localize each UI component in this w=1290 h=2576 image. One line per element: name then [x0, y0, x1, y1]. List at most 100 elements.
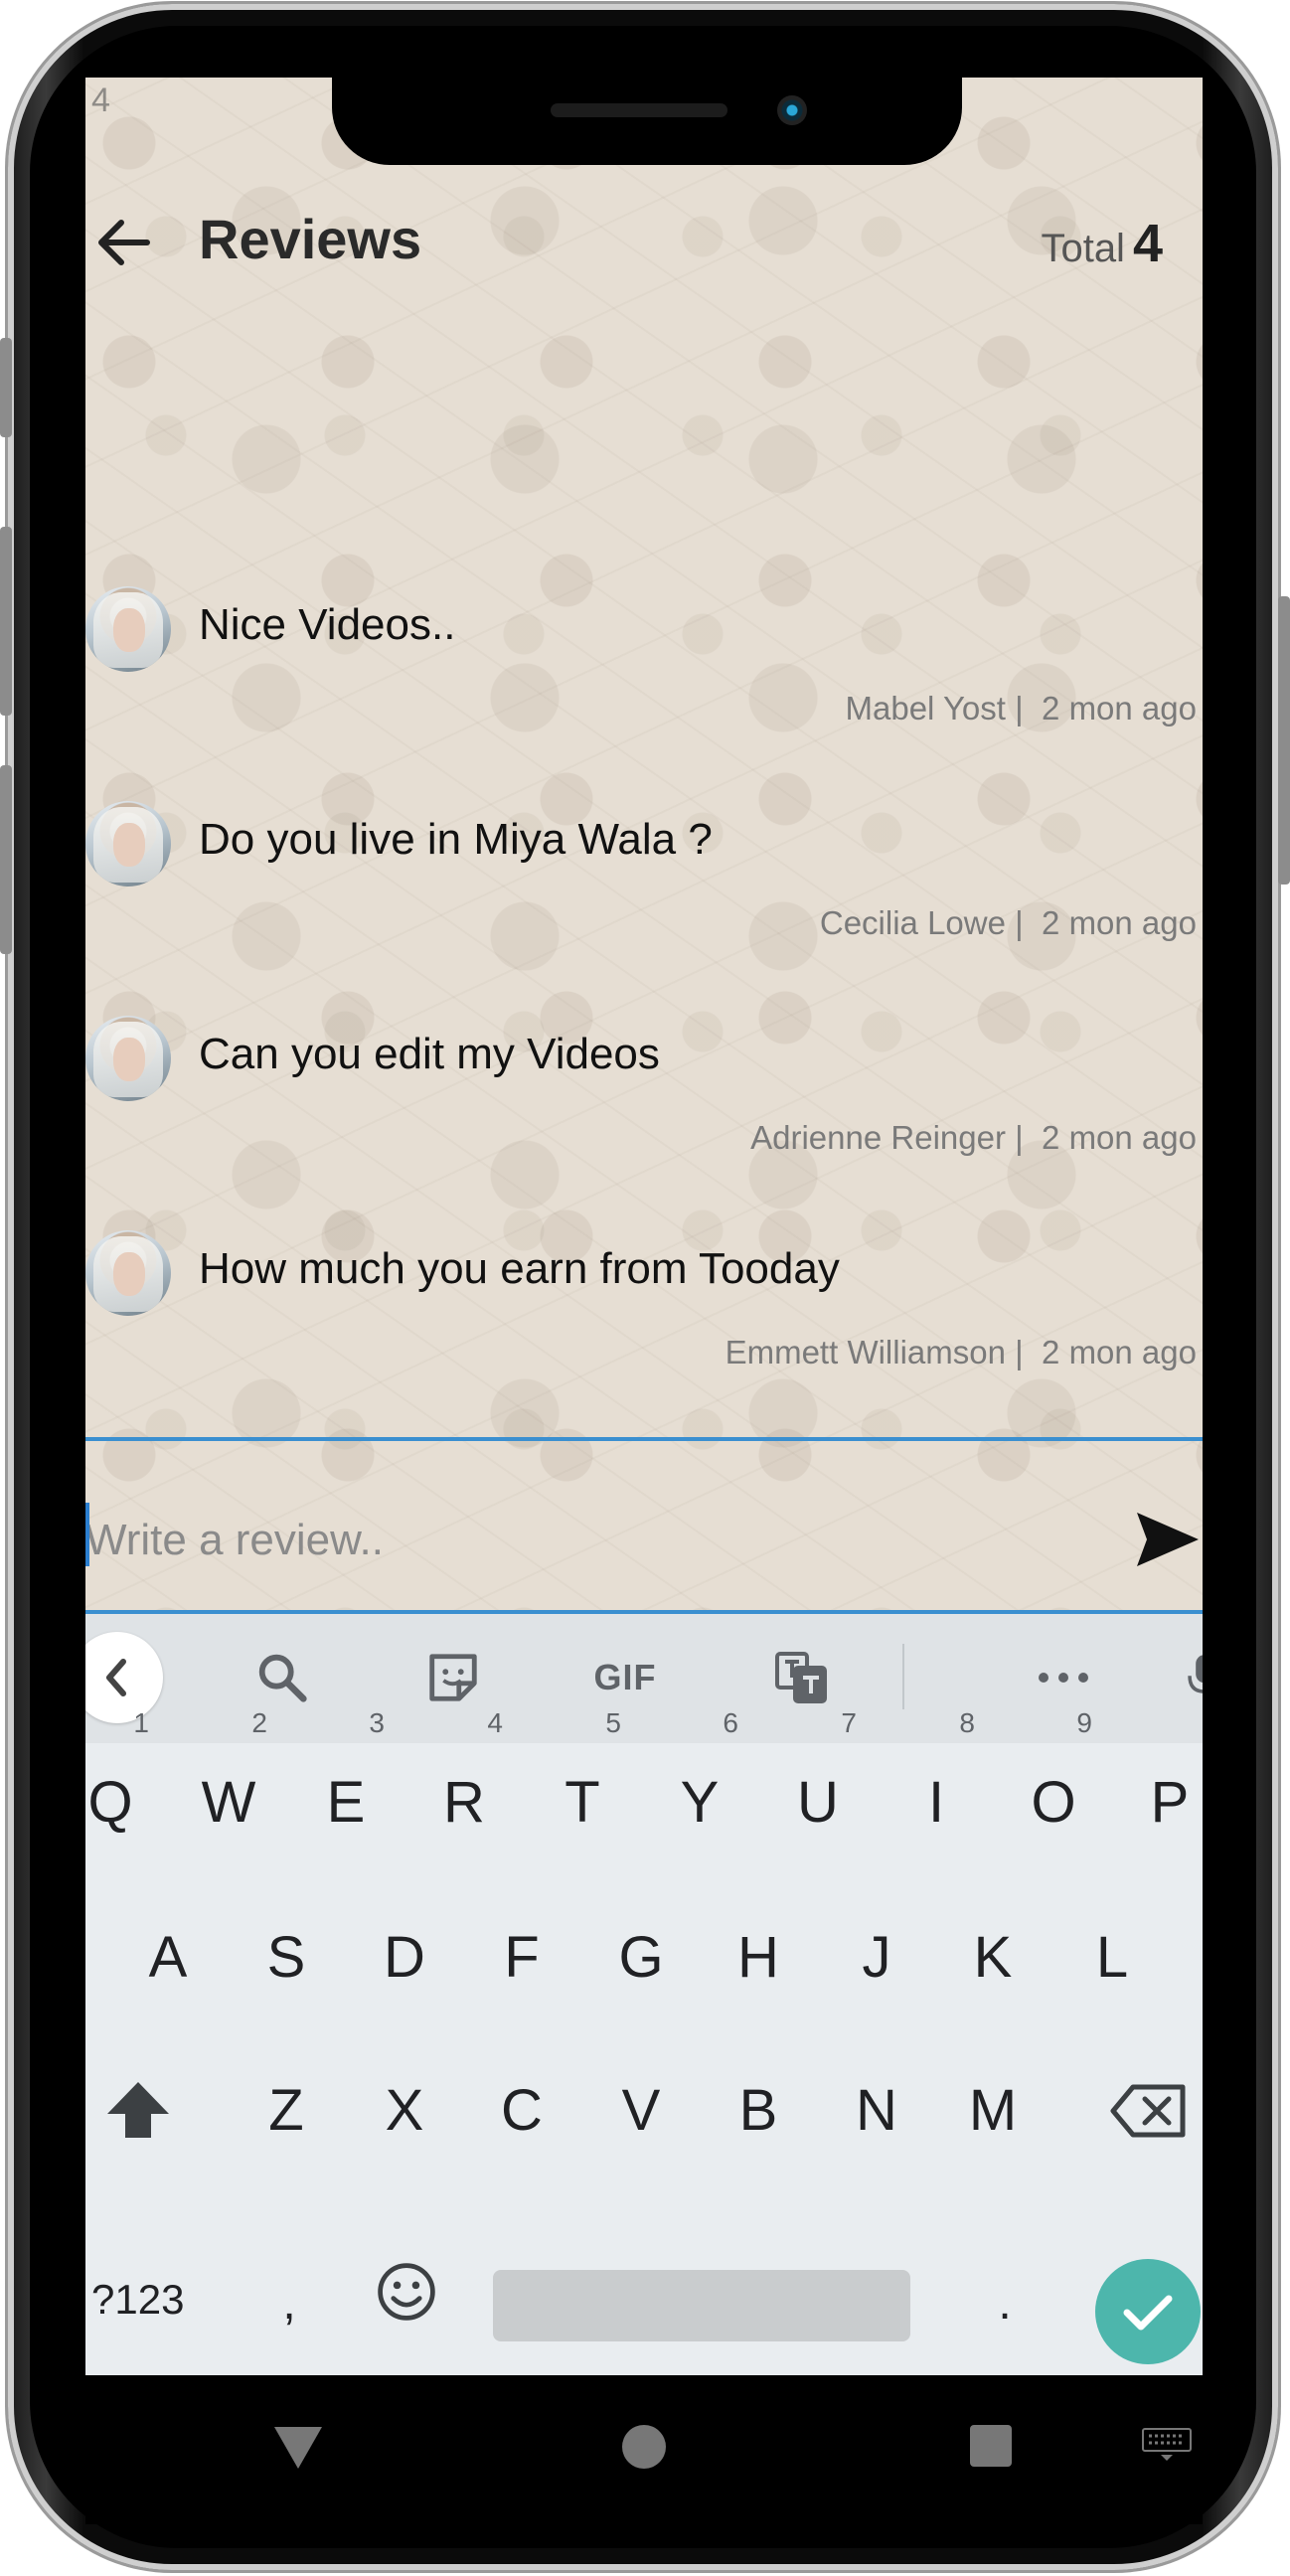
volume-up-button — [0, 527, 12, 716]
key-label: O — [1031, 1770, 1076, 1835]
emoji-icon — [378, 2263, 435, 2321]
comma-key[interactable]: , — [244, 2244, 334, 2363]
key-b[interactable]: B — [714, 2051, 803, 2171]
key-label: I — [927, 1770, 945, 1835]
keyboard-search-button[interactable] — [242, 1638, 322, 1717]
key-s[interactable]: S — [242, 1898, 331, 2017]
key-r[interactable]: R4 — [419, 1709, 509, 1862]
review-time: 2 mon ago — [1042, 690, 1197, 726]
speaker — [551, 103, 727, 117]
key-hint: 1 — [133, 1707, 149, 1738]
review-author: Mabel Yost — [845, 690, 1006, 726]
avatar[interactable] — [85, 586, 171, 672]
key-y[interactable]: Y6 — [655, 1709, 744, 1862]
review-item: Do you live in Miya Wala ? Cecilia Lowe … — [85, 801, 1203, 1000]
back-triangle-icon[interactable] — [270, 2423, 326, 2473]
gif-label: GIF — [593, 1657, 657, 1697]
period-key[interactable]: . — [960, 2244, 1049, 2363]
review-item: Nice Videos.. Mabel Yost | 2 mon ago — [85, 586, 1203, 785]
app-header: Reviews Total 4 — [85, 207, 1203, 306]
key-label: Y — [680, 1770, 720, 1835]
symbols-key[interactable]: ?123 — [91, 2276, 184, 2324]
key-j[interactable]: J — [832, 1898, 921, 2017]
key-label: R — [443, 1770, 485, 1835]
key-e[interactable]: E3 — [301, 1709, 391, 1862]
search-icon — [258, 1654, 307, 1702]
enter-key[interactable] — [1095, 2259, 1201, 2364]
keyboard: Q1 W2 E3 R4 T5 Y6 U7 I8 O9 P A S D F G H… — [85, 1709, 1203, 2375]
key-k[interactable]: K — [948, 1898, 1038, 2017]
send-icon[interactable] — [1133, 1505, 1203, 1574]
review-time: 2 mon ago — [1042, 1119, 1197, 1156]
checkmark-icon — [1123, 2295, 1173, 2331]
review-text: How much you earn from Tooday — [199, 1244, 840, 1293]
shift-key[interactable] — [93, 2051, 183, 2171]
key-hint: 3 — [369, 1707, 385, 1738]
review-composer — [85, 1437, 1203, 1614]
key-q[interactable]: Q1 — [85, 1709, 155, 1862]
review-text: Nice Videos.. — [199, 600, 456, 649]
key-t[interactable]: T5 — [538, 1709, 627, 1862]
page-title: Reviews — [199, 208, 422, 270]
keyboard-switch-icon[interactable] — [1141, 2427, 1193, 2463]
keyboard-collapse-button[interactable] — [85, 1632, 163, 1723]
key-hint: 6 — [723, 1707, 738, 1738]
key-p[interactable]: P — [1125, 1743, 1203, 1862]
back-arrow-icon[interactable] — [93, 213, 153, 272]
screen: 4 Reviews Total 4 Nice Videos.. Mabel Yos… — [85, 78, 1203, 2375]
review-input[interactable] — [85, 1501, 1079, 1580]
keyboard-voice-button[interactable] — [1165, 1638, 1203, 1717]
review-author: Adrienne Reinger — [750, 1119, 1006, 1156]
sticker-icon — [429, 1654, 477, 1701]
key-l[interactable]: L — [1067, 1898, 1157, 2017]
key-g[interactable]: G — [596, 1898, 686, 2017]
avatar[interactable] — [85, 1016, 171, 1101]
keyboard-gif-button[interactable]: GIF — [585, 1638, 665, 1717]
key-a[interactable]: A — [123, 1898, 213, 2017]
emoji-key[interactable] — [362, 2232, 451, 2351]
key-z[interactable]: Z — [242, 2051, 331, 2171]
avatar[interactable] — [85, 1230, 171, 1316]
notch — [332, 78, 962, 165]
keyboard-more-button[interactable] — [1024, 1638, 1103, 1717]
status-time: 4 — [91, 81, 110, 119]
review-text: Can you edit my Videos — [199, 1030, 660, 1078]
key-h[interactable]: H — [714, 1898, 803, 2017]
avatar[interactable] — [85, 801, 171, 886]
key-w[interactable]: W2 — [184, 1709, 273, 1862]
power-button — [1278, 596, 1290, 885]
review-meta: Mabel Yost | 2 mon ago — [845, 690, 1198, 726]
backspace-key[interactable] — [1099, 2051, 1199, 2171]
key-f[interactable]: F — [477, 1898, 566, 2017]
recents-square-icon[interactable] — [968, 2423, 1014, 2469]
microphone-icon — [1188, 1655, 1203, 1693]
review-text: Do you live in Miya Wala ? — [199, 815, 713, 864]
camera-icon — [777, 95, 807, 125]
keyboard-sticker-button[interactable] — [413, 1638, 493, 1717]
key-c[interactable]: C — [477, 2051, 566, 2171]
review-item: How much you earn from Tooday Emmett Wil… — [85, 1230, 1203, 1429]
key-o[interactable]: O9 — [1009, 1709, 1098, 1862]
keyboard-translate-button[interactable] — [761, 1638, 841, 1717]
backspace-icon — [1110, 2084, 1186, 2138]
key-label: W — [201, 1770, 256, 1835]
key-m[interactable]: M — [948, 2051, 1038, 2171]
key-hint: 8 — [959, 1707, 975, 1738]
key-n[interactable]: N — [832, 2051, 921, 2171]
key-v[interactable]: V — [596, 2051, 686, 2171]
key-hint: 2 — [251, 1707, 267, 1738]
total-label: Total — [1041, 227, 1125, 270]
key-label: P — [1150, 1770, 1190, 1835]
key-i[interactable]: I8 — [891, 1709, 981, 1862]
review-author: Emmett Williamson — [725, 1334, 1006, 1370]
key-d[interactable]: D — [360, 1898, 449, 2017]
key-hint: 5 — [605, 1707, 621, 1738]
key-x[interactable]: X — [360, 2051, 449, 2171]
translate-icon — [775, 1652, 827, 1703]
review-meta: Cecilia Lowe | 2 mon ago — [819, 904, 1197, 941]
home-circle-icon[interactable] — [620, 2423, 668, 2471]
key-u[interactable]: U7 — [773, 1709, 863, 1862]
key-label: U — [797, 1770, 839, 1835]
spacebar[interactable] — [493, 2270, 910, 2341]
key-label: E — [326, 1770, 366, 1835]
